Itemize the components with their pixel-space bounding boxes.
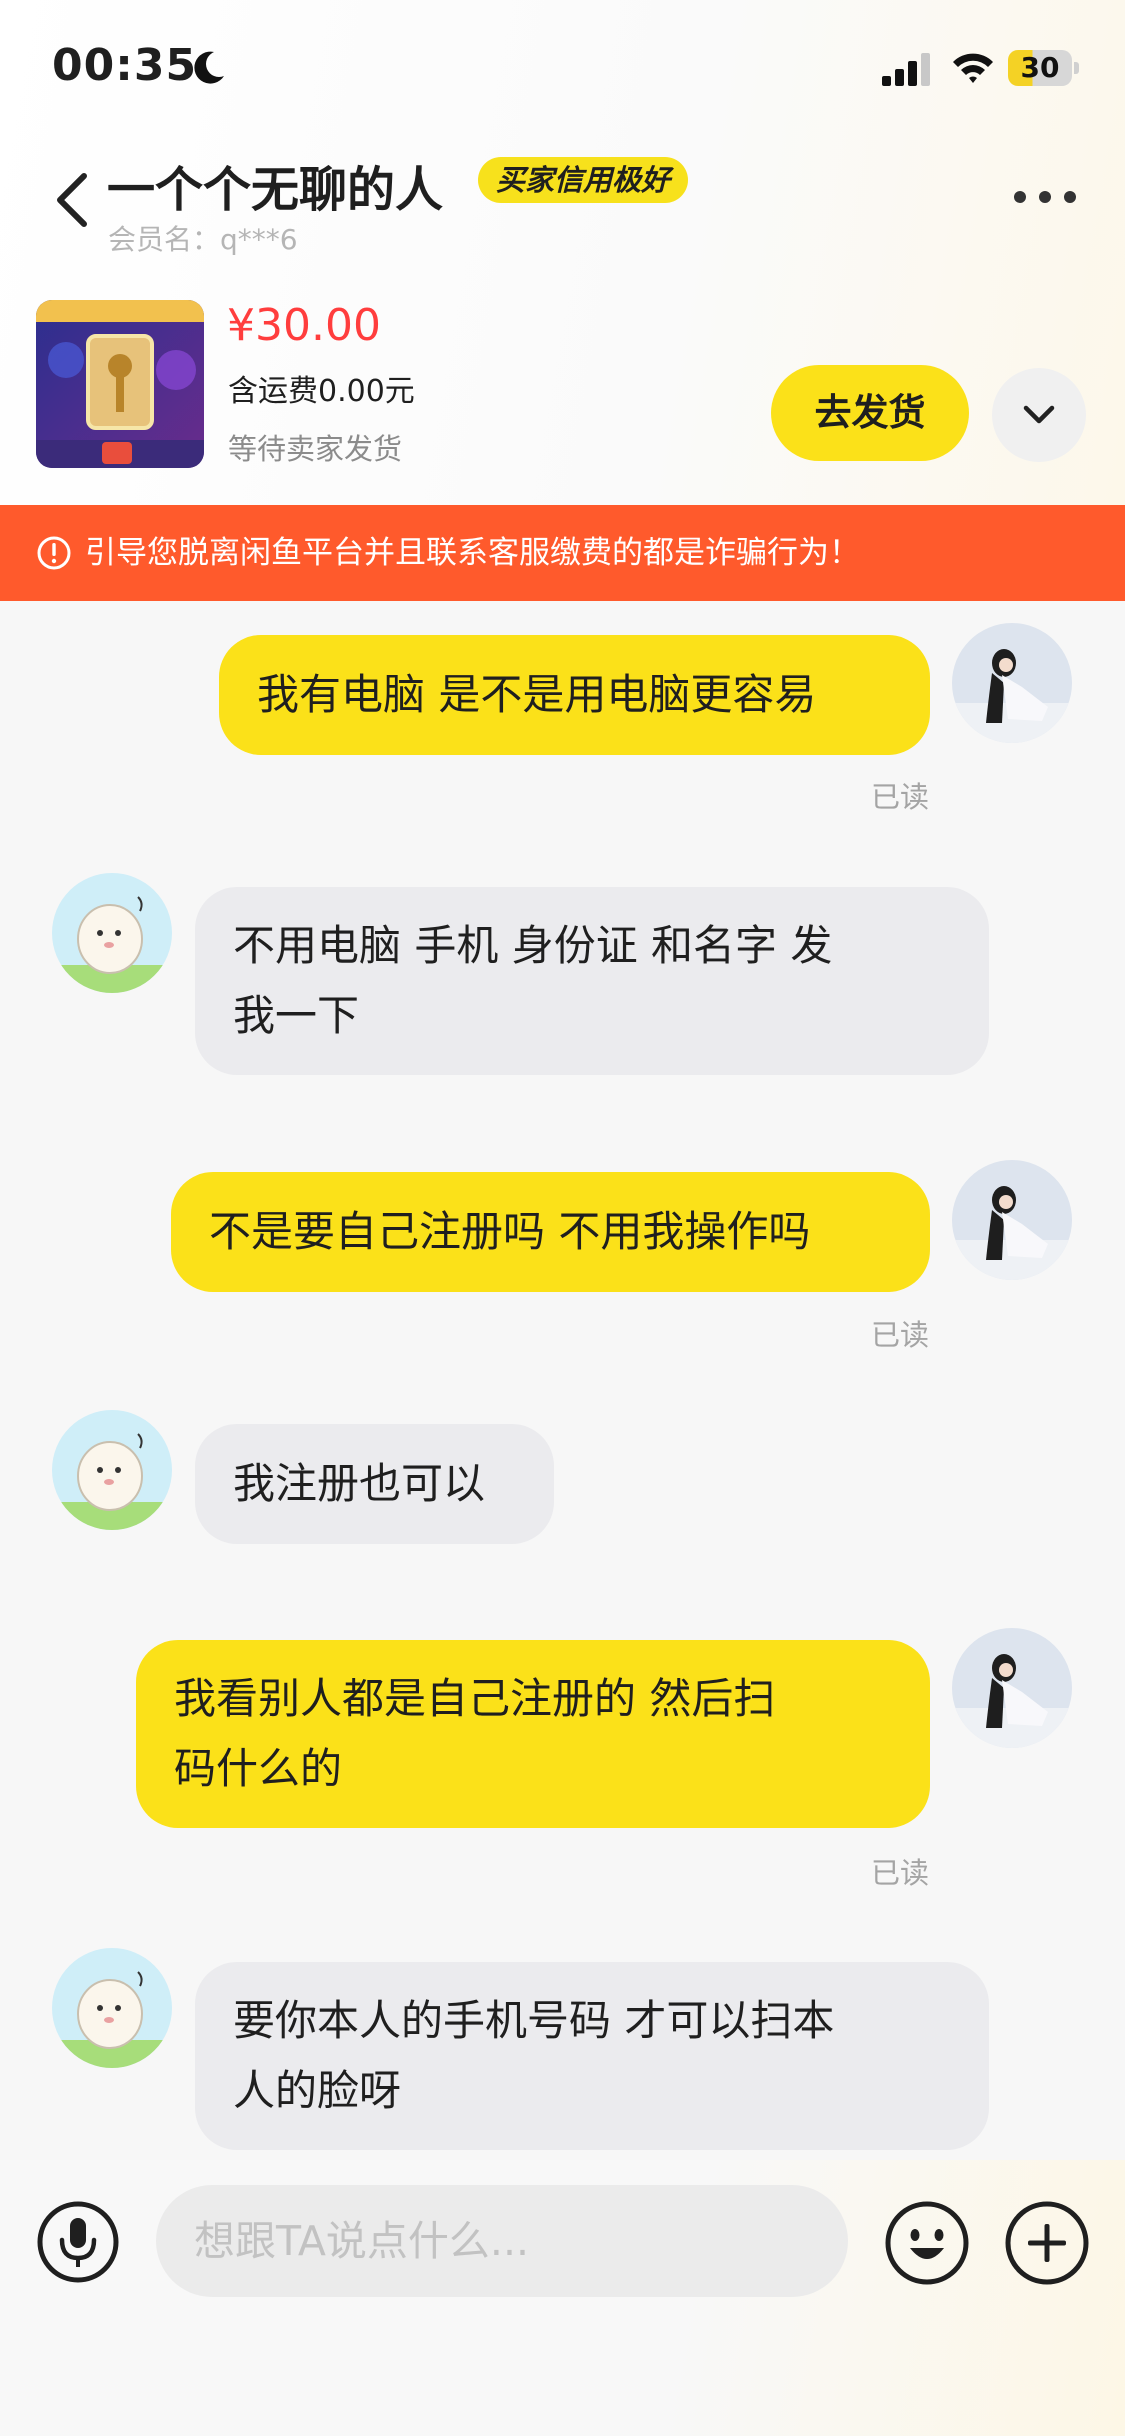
battery-tip (1074, 62, 1079, 74)
partner-avatar[interactable] (52, 1410, 172, 1530)
plus-icon[interactable] (1004, 2200, 1090, 2286)
status-bar: 00:35 30 (0, 0, 1125, 135)
order-status: 等待卖家发货 (228, 432, 403, 466)
avatar-image (52, 1410, 172, 1530)
message-bubble-incoming[interactable]: 不用电脑 手机 身份证 和名字 发 我一下 (195, 887, 989, 1075)
message-bubble-outgoing[interactable]: 我看别人都是自己注册的 然后扫 码什么的 (136, 1640, 930, 1828)
partner-avatar[interactable] (52, 873, 172, 993)
message-bubble-outgoing[interactable]: 不是要自己注册吗 不用我操作吗 (171, 1172, 930, 1292)
avatar-image (952, 623, 1072, 743)
message-line: 我一下 (233, 991, 360, 1040)
avatar-image (52, 1948, 172, 2068)
ship-button[interactable]: 去发货 (771, 365, 969, 461)
emoji-icon[interactable] (884, 2200, 970, 2286)
product-image (36, 300, 204, 468)
more-icon[interactable] (1012, 185, 1078, 209)
my-avatar[interactable] (952, 623, 1072, 743)
wifi-icon (953, 53, 993, 83)
message-line: 不是要自己注册吗 不用我操作吗 (209, 1207, 811, 1256)
read-status: 已读 (871, 780, 930, 814)
message-line: 人的脸呀 (233, 2066, 402, 2115)
product-thumbnail[interactable] (36, 300, 204, 468)
message-line: 我注册也可以 (233, 1459, 486, 1508)
message-line: 要你本人的手机号码 才可以扫本 (233, 1996, 835, 2045)
message-line: 不用电脑 手机 身份证 和名字 发 (233, 921, 833, 970)
signal-icon (882, 53, 930, 86)
microphone-icon[interactable] (36, 2200, 120, 2284)
message-bubble-outgoing[interactable]: 我有电脑 是不是用电脑更容易 (219, 635, 930, 755)
avatar-image (952, 1160, 1072, 1280)
moon-icon (194, 51, 224, 84)
message-line: 我看别人都是自己注册的 然后扫 (174, 1674, 776, 1723)
fraud-warning-banner: 引导您脱离闲鱼平台并且联系客服缴费的都是诈骗行为！ (0, 505, 1125, 601)
warning-text: 引导您脱离闲鱼平台并且联系客服缴费的都是诈骗行为！ (85, 535, 860, 571)
chevron-down-icon (1023, 405, 1055, 424)
message-input[interactable] (156, 2185, 848, 2297)
avatar-image (52, 873, 172, 993)
read-status: 已读 (871, 1856, 930, 1890)
message-line: 码什么的 (174, 1744, 343, 1793)
message-bubble-incoming[interactable]: 我注册也可以 (195, 1424, 554, 1544)
chat-partner-name: 一个个无聊的人 (107, 162, 444, 218)
battery-indicator: 30 (1008, 50, 1079, 86)
message-bubble-incoming[interactable]: 要你本人的手机号码 才可以扫本 人的脸呀 (195, 1962, 989, 2150)
avatar-image (952, 1628, 1072, 1748)
warning-icon (37, 536, 71, 570)
status-time: 00:35 (52, 40, 198, 91)
expand-button[interactable] (992, 368, 1086, 462)
member-name: 会员名：q***6 (108, 223, 298, 256)
product-price: ¥30.00 (227, 300, 381, 351)
credit-badge: 买家信用极好 (478, 157, 689, 203)
message-line: 我有电脑 是不是用电脑更容易 (257, 670, 817, 719)
back-icon[interactable] (50, 170, 94, 230)
partner-avatar[interactable] (52, 1948, 172, 2068)
read-status: 已读 (871, 1318, 930, 1352)
my-avatar[interactable] (952, 1160, 1072, 1280)
product-shipping: 含运费0.00元 (228, 374, 415, 409)
my-avatar[interactable] (952, 1628, 1072, 1748)
battery-level: 30 (1020, 51, 1060, 84)
